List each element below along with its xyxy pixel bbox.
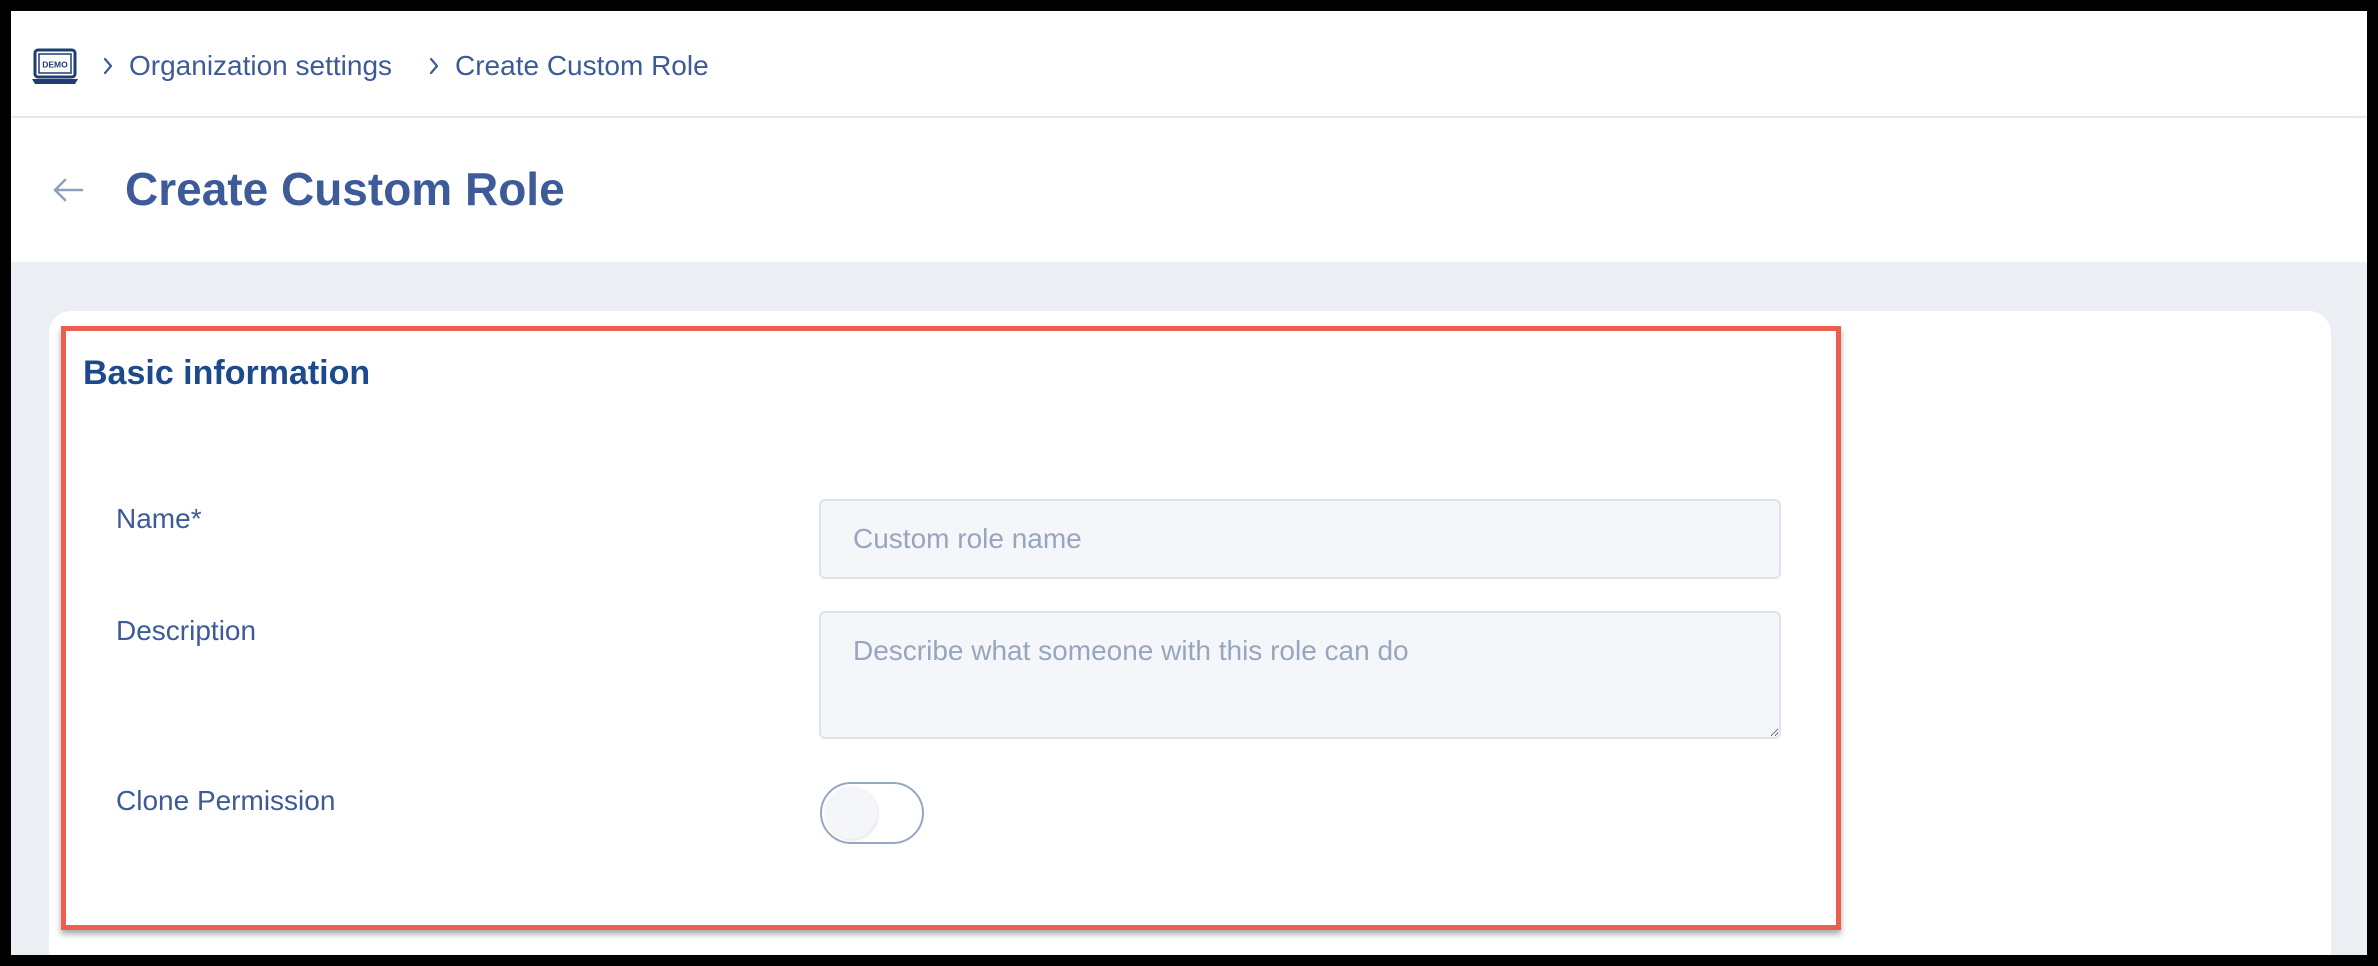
chevron-right-icon <box>429 57 439 75</box>
section-title: Basic information <box>83 354 371 392</box>
description-textarea[interactable] <box>819 611 1781 739</box>
clone-permission-label: Clone Permission <box>116 785 336 816</box>
breadcrumb-current-page: Create Custom Role <box>455 50 709 81</box>
custom-role-name-input[interactable] <box>819 499 1781 579</box>
demo-laptop-icon[interactable]: DEMO <box>31 47 79 87</box>
breadcrumb-organization-settings[interactable]: Organization settings <box>129 47 392 85</box>
breadcrumb: DEMO Organization settings Create Custom… <box>11 11 2367 118</box>
page-title: Create Custom Role <box>125 163 565 215</box>
arrow-left-icon[interactable] <box>51 176 85 204</box>
logo-text: DEMO <box>42 60 68 70</box>
page-header: Create Custom Role <box>11 118 2367 262</box>
app-frame: DEMO Organization settings Create Custom… <box>11 11 2367 955</box>
clone-permission-toggle[interactable] <box>820 782 924 844</box>
toggle-knob <box>825 787 877 839</box>
description-label: Description <box>116 615 257 646</box>
chevron-right-icon <box>103 57 113 75</box>
name-label: Name* <box>116 503 202 534</box>
